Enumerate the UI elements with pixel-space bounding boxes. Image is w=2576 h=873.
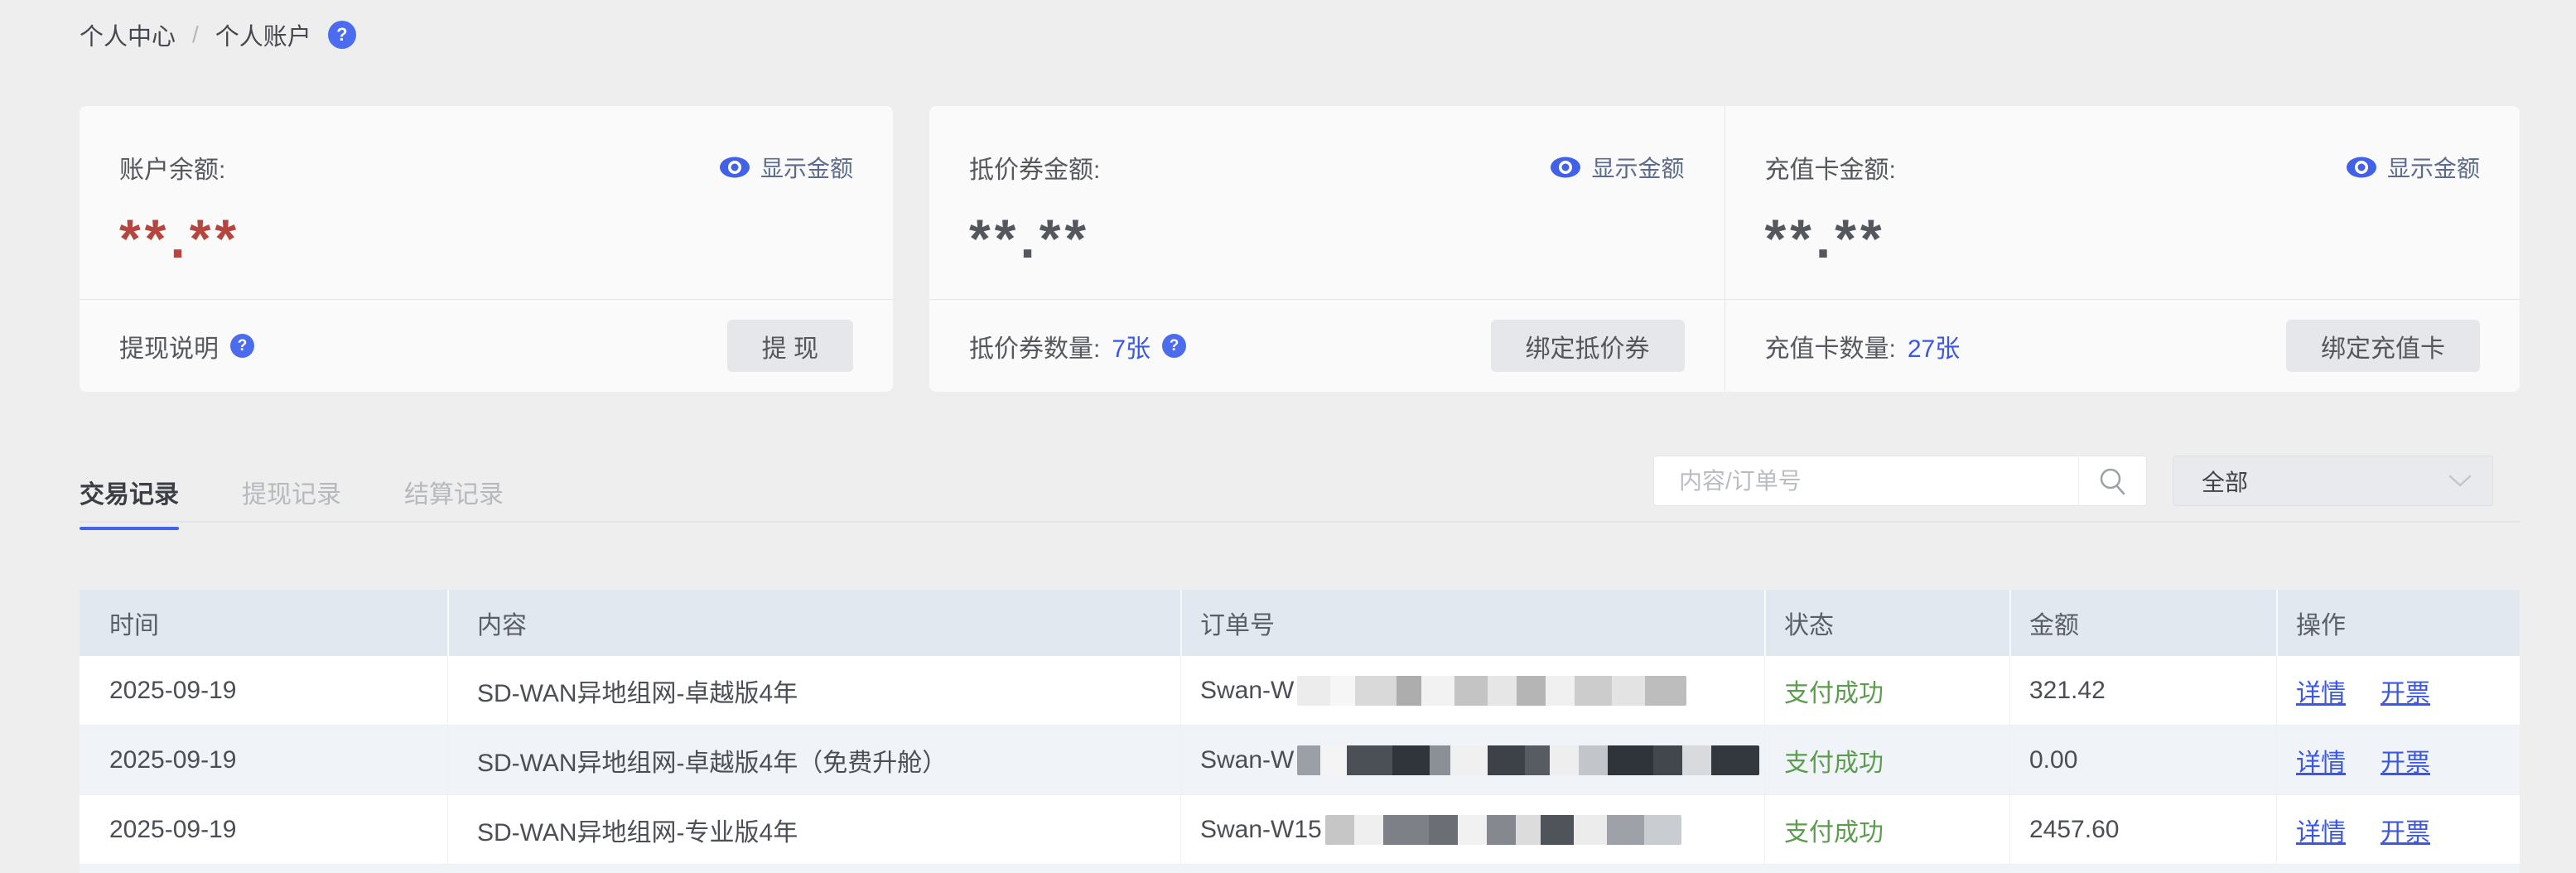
- breadcrumb: 个人中心 / 个人账户: [80, 0, 356, 70]
- cell-date: 2025-09-19: [80, 677, 447, 705]
- show-amount-button-voucher[interactable]: 显示金额: [1550, 151, 1684, 184]
- show-amount-label: 显示金额: [1591, 151, 1684, 184]
- cell-date: 2025-09-19: [80, 746, 447, 774]
- withdraw-button[interactable]: 提 现: [727, 320, 853, 372]
- invoice-link[interactable]: 开票: [2381, 673, 2430, 709]
- eye-icon: [1550, 156, 1581, 179]
- cell-order-number: Swan-W: [1180, 656, 1764, 725]
- filter-dropdown[interactable]: 全部: [2173, 456, 2493, 506]
- recharge-count-label: 充值卡数量:: [1765, 328, 1896, 364]
- breadcrumb-item-personal-account[interactable]: 个人账户: [215, 17, 311, 52]
- page-help-icon[interactable]: [328, 21, 356, 49]
- header-order-number: 订单号: [1180, 590, 1764, 656]
- withdraw-note-label: 提现说明: [119, 328, 219, 364]
- cell-status: 支付成功: [1764, 726, 2009, 794]
- order-number-prefix: Swan-W: [1200, 746, 1294, 774]
- recharge-card-section: 充值卡金额: 显示金额 **.** 充值卡数量: 27张: [1725, 106, 2521, 392]
- transaction-table: 时间 内容 订单号 状态 金额 操作 2025-09-19 SD-WAN异地组网…: [80, 590, 2520, 873]
- detail-link[interactable]: 详情: [2296, 742, 2346, 779]
- cell-amount: 0.00: [2009, 726, 2276, 794]
- voucher-help-icon[interactable]: [1162, 334, 1186, 358]
- voucher-count-label: 抵价券数量:: [969, 328, 1100, 364]
- table-header-row: 时间 内容 订单号 状态 金额 操作: [80, 590, 2520, 656]
- withdraw-help-icon[interactable]: [230, 334, 254, 358]
- search-box: [1653, 456, 2147, 506]
- account-balance-label: 账户余额:: [119, 149, 225, 186]
- header-content: 内容: [447, 590, 1180, 656]
- show-amount-label: 显示金额: [2387, 151, 2480, 184]
- bind-voucher-button[interactable]: 绑定抵价券: [1491, 320, 1685, 372]
- account-balance-card: 账户余额: 显示金额 **.** 提现说明 提 现: [80, 106, 893, 392]
- cell-amount: 2457.60: [2009, 795, 2276, 864]
- search-icon: [2098, 466, 2128, 496]
- redaction-mosaic: [1297, 676, 1686, 706]
- show-amount-button-recharge[interactable]: 显示金额: [2346, 151, 2480, 184]
- masked-balance-value: **.**: [119, 207, 853, 270]
- redaction-mosaic: [1297, 745, 1759, 775]
- masked-voucher-value: **.**: [969, 207, 1685, 270]
- header-amount: 金额: [2009, 590, 2276, 656]
- voucher-count-value[interactable]: 7张: [1112, 328, 1151, 364]
- table-row: 2025-09-19 SD-WAN异地组网-专业版4年 Swan-W15 支付成…: [80, 795, 2520, 865]
- table-row: 2025-09-19 SD-WAN异地组网-卓越版4年 Swan-W 支付成功 …: [80, 656, 2520, 726]
- voucher-section: 抵价券金额: 显示金额 **.** 抵价券数量: 7张: [929, 106, 1725, 392]
- redaction-mosaic: [1325, 815, 1681, 845]
- cell-date: 2025-09-19: [80, 816, 447, 844]
- account-balance-top: 账户余额: 显示金额 **.**: [80, 106, 893, 299]
- next-row-partial: [80, 865, 2520, 873]
- cell-content: SD-WAN异地组网-卓越版4年: [447, 656, 1180, 725]
- bind-recharge-card-button[interactable]: 绑定充值卡: [2286, 320, 2480, 372]
- cell-order-number: Swan-W15: [1180, 795, 1764, 864]
- header-status: 状态: [1764, 590, 2009, 656]
- cell-content: SD-WAN异地组网-卓越版4年（免费升舱）: [447, 726, 1180, 794]
- header-actions: 操作: [2276, 590, 2520, 656]
- cell-amount: 321.42: [2009, 656, 2276, 725]
- recharge-amount-label: 充值卡金额:: [1765, 149, 1896, 186]
- detail-link[interactable]: 详情: [2296, 812, 2346, 848]
- cell-order-number: Swan-W: [1180, 726, 1764, 794]
- breadcrumb-separator: /: [192, 22, 199, 48]
- detail-link[interactable]: 详情: [2296, 673, 2346, 709]
- search-input[interactable]: [1654, 456, 2078, 505]
- recharge-count-value[interactable]: 27张: [1908, 328, 1960, 364]
- cell-status: 支付成功: [1764, 795, 2009, 864]
- breadcrumb-item-personal-center[interactable]: 个人中心: [80, 17, 176, 52]
- filter-selected-value: 全部: [2202, 465, 2248, 498]
- cell-actions: 详情 开票: [2276, 656, 2520, 725]
- order-number-prefix: Swan-W15: [1200, 816, 1322, 844]
- invoice-link[interactable]: 开票: [2381, 742, 2430, 779]
- search-button[interactable]: [2078, 456, 2146, 505]
- balance-cards: 账户余额: 显示金额 **.** 提现说明 提 现: [80, 106, 2520, 392]
- header-time: 时间: [80, 605, 447, 641]
- voucher-recharge-card: 抵价券金额: 显示金额 **.** 抵价券数量: 7张: [929, 106, 2520, 392]
- invoice-link[interactable]: 开票: [2381, 812, 2430, 848]
- eye-icon: [2346, 156, 2377, 179]
- account-balance-footer: 提现说明 提 现: [80, 299, 893, 392]
- cell-actions: 详情 开票: [2276, 795, 2520, 864]
- cell-content: SD-WAN异地组网-专业版4年: [447, 795, 1180, 864]
- show-amount-button-balance[interactable]: 显示金额: [719, 151, 853, 184]
- voucher-amount-label: 抵价券金额:: [969, 149, 1100, 186]
- show-amount-label: 显示金额: [760, 151, 853, 184]
- order-number-prefix: Swan-W: [1200, 677, 1294, 705]
- masked-recharge-value: **.**: [1765, 207, 2481, 270]
- table-row: 2025-09-19 SD-WAN异地组网-卓越版4年（免费升舱） Swan-W…: [80, 726, 2520, 795]
- tab-track-line: [80, 521, 2520, 523]
- chevron-down-icon: [2448, 474, 2472, 489]
- cell-actions: 详情 开票: [2276, 726, 2520, 794]
- eye-icon: [719, 156, 750, 179]
- cell-status: 支付成功: [1764, 656, 2009, 725]
